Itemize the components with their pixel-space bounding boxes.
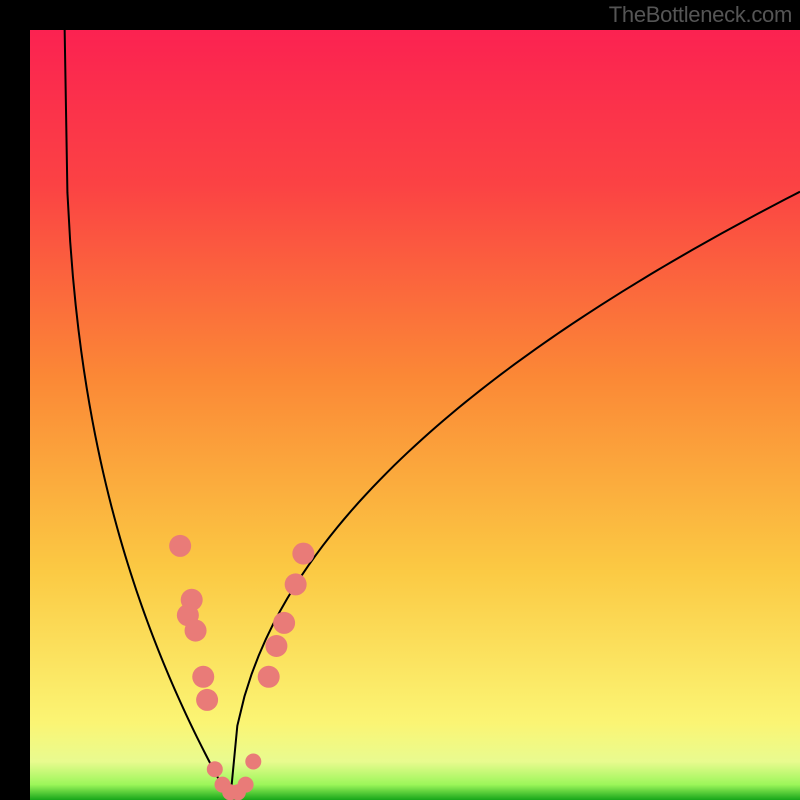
data-point [245,754,261,770]
data-point [292,543,314,565]
chart-frame: TheBottleneck.com [0,0,800,800]
gradient-background [30,30,800,800]
bottleneck-chart [30,30,800,800]
watermark-text: TheBottleneck.com [609,2,792,28]
data-point [169,535,191,557]
data-point [196,689,218,711]
data-point [285,573,307,595]
data-point [207,761,223,777]
data-point [258,666,280,688]
data-point [238,777,254,793]
data-point [185,620,207,642]
data-point [265,635,287,657]
data-point [192,666,214,688]
data-point [273,612,295,634]
